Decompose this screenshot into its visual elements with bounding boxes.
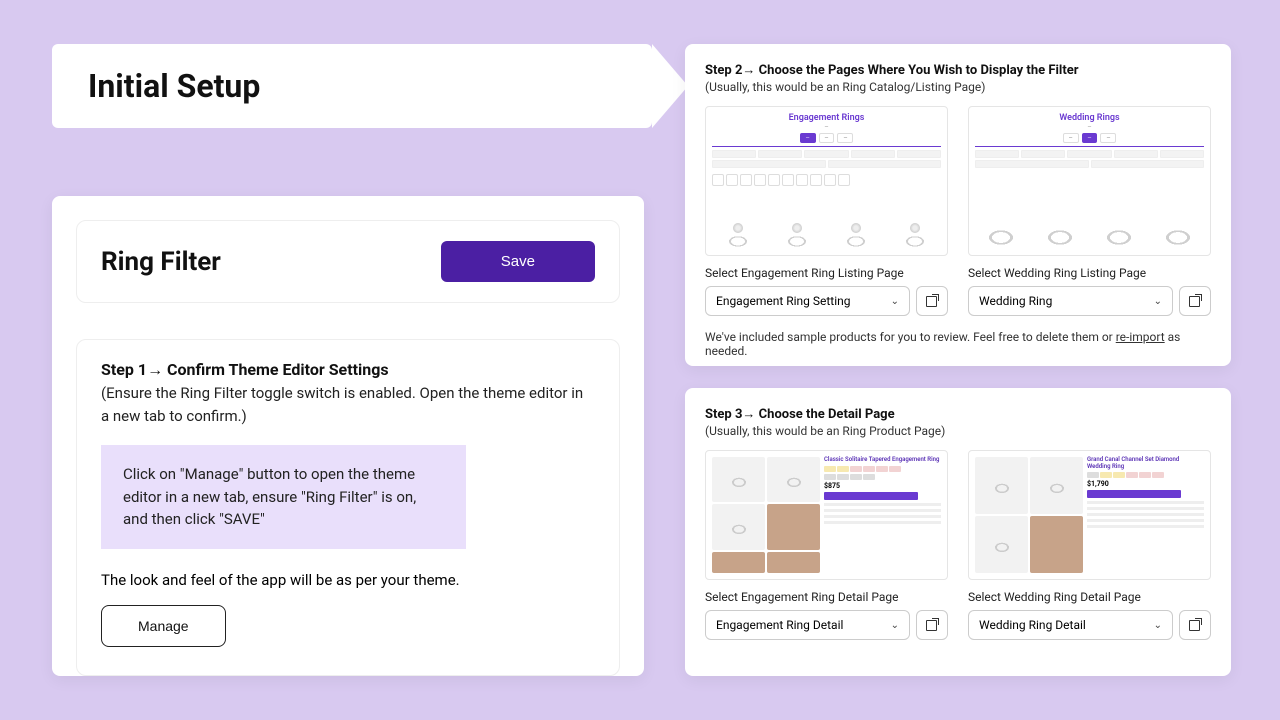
chevron-down-icon: ⌄	[891, 296, 899, 307]
engagement-detail-select[interactable]: Engagement Ring Detail ⌄	[705, 610, 910, 640]
step2-right-col: Wedding Rings — ——— Select Wedding Ring …	[968, 106, 1211, 316]
chevron-down-icon: ⌄	[1154, 296, 1162, 307]
step2-title: Step 2→ Choose the Pages Where You Wish …	[705, 62, 1211, 78]
external-link-icon	[1189, 619, 1201, 631]
external-link-icon	[926, 619, 938, 631]
ring-filter-header: Ring Filter Save	[76, 220, 620, 303]
select-value: Engagement Ring Detail	[716, 618, 843, 632]
step3-left-col: Classic Solitaire Tapered Engagement Rin…	[705, 450, 948, 640]
step1-look-feel: The look and feel of the app will be as …	[101, 571, 595, 589]
engagement-detail-preview: Classic Solitaire Tapered Engagement Rin…	[705, 450, 948, 580]
manage-button[interactable]: Manage	[101, 605, 226, 647]
wedding-listing-select-label: Select Wedding Ring Listing Page	[968, 266, 1211, 280]
preview-price: $1,790	[1087, 480, 1204, 488]
preview-price: $875	[824, 482, 941, 490]
ring-filter-heading: Ring Filter	[101, 247, 221, 277]
wedding-detail-preview: Grand Canal Channel Set Diamond Wedding …	[968, 450, 1211, 580]
engagement-listing-select-label: Select Engagement Ring Listing Page	[705, 266, 948, 280]
chevron-down-icon: ⌄	[1154, 620, 1162, 631]
page-title: Initial Setup	[88, 67, 260, 105]
step1-subtitle: (Ensure the Ring Filter toggle switch is…	[101, 382, 595, 427]
engagement-listing-preview: Engagement Rings — ———	[705, 106, 948, 256]
step2-subtitle: (Usually, this would be an Ring Catalog/…	[705, 80, 1211, 94]
step3-title: Step 3→ Choose the Detail Page	[705, 406, 1211, 422]
save-button[interactable]: Save	[441, 241, 595, 282]
step2-left-col: Engagement Rings — ——— Select Engagement…	[705, 106, 948, 316]
step1-note: Click on "Manage" button to open the the…	[101, 445, 466, 549]
step2-footnote: We've included sample products for you t…	[705, 330, 1211, 358]
reimport-link[interactable]: re-import	[1116, 330, 1165, 344]
wedding-detail-select[interactable]: Wedding Ring Detail ⌄	[968, 610, 1173, 640]
external-link-icon	[1189, 295, 1201, 307]
engagement-detail-select-label: Select Engagement Ring Detail Page	[705, 590, 948, 604]
step3-subtitle: (Usually, this would be an Ring Product …	[705, 424, 1211, 438]
preview-product-name: Grand Canal Channel Set Diamond Wedding …	[1087, 457, 1204, 470]
open-engagement-listing-button[interactable]	[916, 286, 948, 316]
chevron-down-icon: ⌄	[891, 620, 899, 631]
select-value: Engagement Ring Setting	[716, 294, 851, 308]
select-value: Wedding Ring Detail	[979, 618, 1086, 632]
external-link-icon	[926, 295, 938, 307]
preview-title: Wedding Rings	[975, 113, 1204, 123]
step1-box: Step 1→ Confirm Theme Editor Settings (E…	[76, 339, 620, 676]
engagement-listing-select[interactable]: Engagement Ring Setting ⌄	[705, 286, 910, 316]
open-engagement-detail-button[interactable]	[916, 610, 948, 640]
open-wedding-detail-button[interactable]	[1179, 610, 1211, 640]
select-value: Wedding Ring	[979, 294, 1052, 308]
wedding-listing-select[interactable]: Wedding Ring ⌄	[968, 286, 1173, 316]
wedding-detail-select-label: Select Wedding Ring Detail Page	[968, 590, 1211, 604]
preview-product-name: Classic Solitaire Tapered Engagement Rin…	[824, 457, 941, 464]
step1-title: Step 1→ Confirm Theme Editor Settings	[101, 360, 595, 380]
step3-right-col: Grand Canal Channel Set Diamond Wedding …	[968, 450, 1211, 640]
step2-card: Step 2→ Choose the Pages Where You Wish …	[685, 44, 1231, 366]
step3-card: Step 3→ Choose the Detail Page (Usually,…	[685, 388, 1231, 676]
wedding-listing-preview: Wedding Rings — ———	[968, 106, 1211, 256]
open-wedding-listing-button[interactable]	[1179, 286, 1211, 316]
preview-title: Engagement Rings	[712, 113, 941, 123]
page-banner: Initial Setup	[52, 44, 652, 128]
step1-card: Ring Filter Save Step 1→ Confirm Theme E…	[52, 196, 644, 676]
